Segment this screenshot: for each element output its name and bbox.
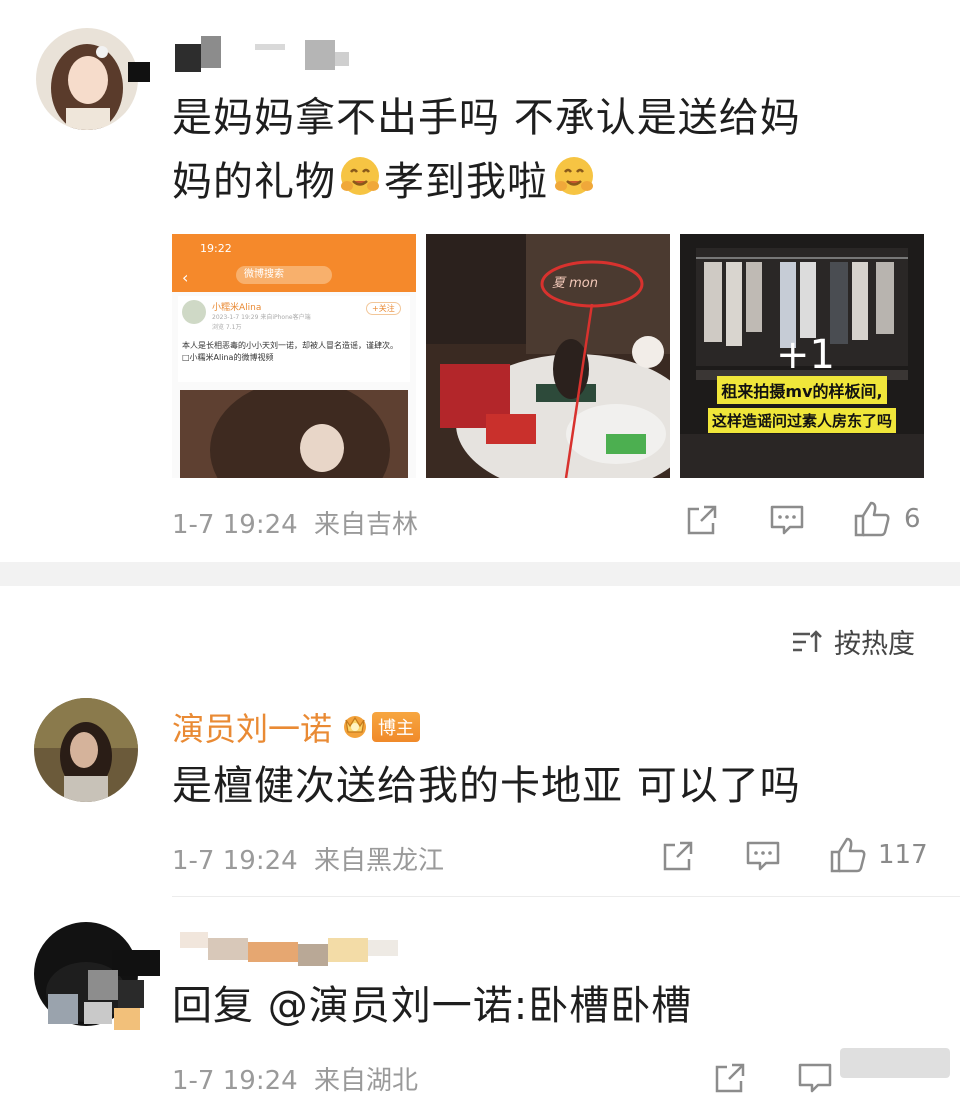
comment-reply-button[interactable] [744, 838, 782, 874]
post-content-part-a: 妈的礼物 [172, 159, 336, 205]
hug-emoji-icon [338, 154, 382, 215]
comment-button[interactable] [768, 502, 806, 538]
comment-share-button[interactable] [660, 838, 696, 874]
share-icon [687, 505, 717, 535]
share-button[interactable] [684, 502, 720, 538]
share-icon [663, 841, 693, 871]
post-image-1[interactable]: 19:22 ‹ 微博搜索 小糯米Alina 2023-1-7 19:29 来自i… [172, 234, 416, 478]
sort-by-hot-button[interactable]: 按热度 [790, 622, 915, 661]
watermark [840, 1048, 950, 1078]
screenshot-photo [180, 380, 408, 478]
comment-icon [798, 1063, 832, 1093]
image-caption-line2: 这样造谣问过素人房东了吗 [707, 408, 896, 433]
comment-location: 来自黑龙江 [313, 846, 444, 876]
screenshot-views: 浏览 7.1万 [212, 324, 242, 331]
image-more-count: +1 [776, 332, 835, 378]
screenshot-card: 小糯米Alina 2023-1-7 19:29 来自iPhone客户端 浏览 7… [178, 296, 410, 382]
censored-reply-username [176, 924, 416, 970]
post-location: 来自吉林 [313, 510, 418, 540]
post-image-2[interactable]: 夏 mon [426, 234, 670, 478]
section-divider [0, 562, 960, 586]
image-caption-line1: 租来拍摄mv的样板间, [717, 376, 887, 404]
post-image-3[interactable]: +1 租来拍摄mv的样板间, 这样造谣问过素人房东了吗 [680, 234, 924, 478]
comment-username[interactable]: 演员刘一诺 [172, 704, 332, 750]
comment-author-row: 演员刘一诺 博主 [172, 704, 421, 750]
post-avatar[interactable] [36, 28, 138, 130]
reply-location: 来自湖北 [313, 1066, 418, 1096]
post-like-count: 6 [904, 504, 921, 534]
screenshot-back-icon: ‹ [182, 268, 189, 287]
reply-time: 1-7 19:24 [172, 1066, 298, 1096]
comment-like-count: 117 [878, 840, 928, 870]
comment-time: 1-7 19:24 [172, 846, 298, 876]
comment-icon [770, 505, 804, 535]
like-button[interactable]: 6 [852, 500, 921, 538]
thumbs-up-icon [830, 837, 866, 873]
sort-icon [793, 629, 822, 652]
screenshot-avatar [182, 300, 206, 324]
screenshot-search-bar: 微博搜索 [236, 266, 332, 284]
comment-icon [746, 841, 780, 871]
hug-emoji-icon [552, 154, 596, 215]
comment-like-button[interactable]: 117 [828, 836, 928, 874]
comment-content: 是檀健次送给我的卡地亚 可以了吗 [172, 763, 801, 809]
reply-share-button[interactable] [712, 1060, 748, 1096]
screenshot-header: 19:22 ‹ 微博搜索 [172, 234, 416, 292]
censored-username [175, 36, 355, 76]
circled-annotation: 夏 mon [552, 276, 598, 291]
screenshot-time: 19:22 [200, 242, 232, 255]
censored-avatar-overlay [48, 950, 160, 1030]
comment-separator [172, 896, 960, 897]
comment-meta: 1-7 19:24 来自黑龙江 [172, 840, 444, 877]
sort-label: 按热度 [834, 629, 915, 660]
screenshot-text: 本人是长相恶毒的小小天刘一诺，却被人冒名造谣，谨肆次。 □小糯米Alina的微博… [182, 341, 398, 362]
reply-content: 回复 @演员刘一诺:卧槽卧槽 [172, 983, 693, 1029]
crown-icon [340, 710, 370, 744]
reply-comment-button[interactable] [796, 1060, 834, 1096]
post-time: 1-7 19:24 [172, 510, 298, 540]
screenshot-meta: 2023-1-7 19:29 来自iPhone客户端 [212, 314, 311, 321]
post-content-line2: 妈的礼物 孝到我啦 [172, 152, 932, 215]
reply-meta: 1-7 19:24 来自湖北 [172, 1060, 418, 1097]
censored-block [128, 62, 150, 82]
post-content-line1: 是妈妈拿不出手吗 不承认是送给妈 [172, 95, 801, 141]
author-badge: 博主 [372, 712, 421, 742]
post-content-part-b: 孝到我啦 [384, 159, 548, 205]
image-caption: 租来拍摄mv的样板间, 这样造谣问过素人房东了吗 [684, 376, 920, 433]
share-icon [715, 1063, 745, 1093]
thumbs-up-icon [854, 501, 890, 537]
screenshot-follow: +关注 [366, 302, 401, 315]
comment-avatar[interactable] [34, 698, 138, 802]
post-timestamp: 1-7 19:24 来自吉林 [172, 504, 418, 541]
